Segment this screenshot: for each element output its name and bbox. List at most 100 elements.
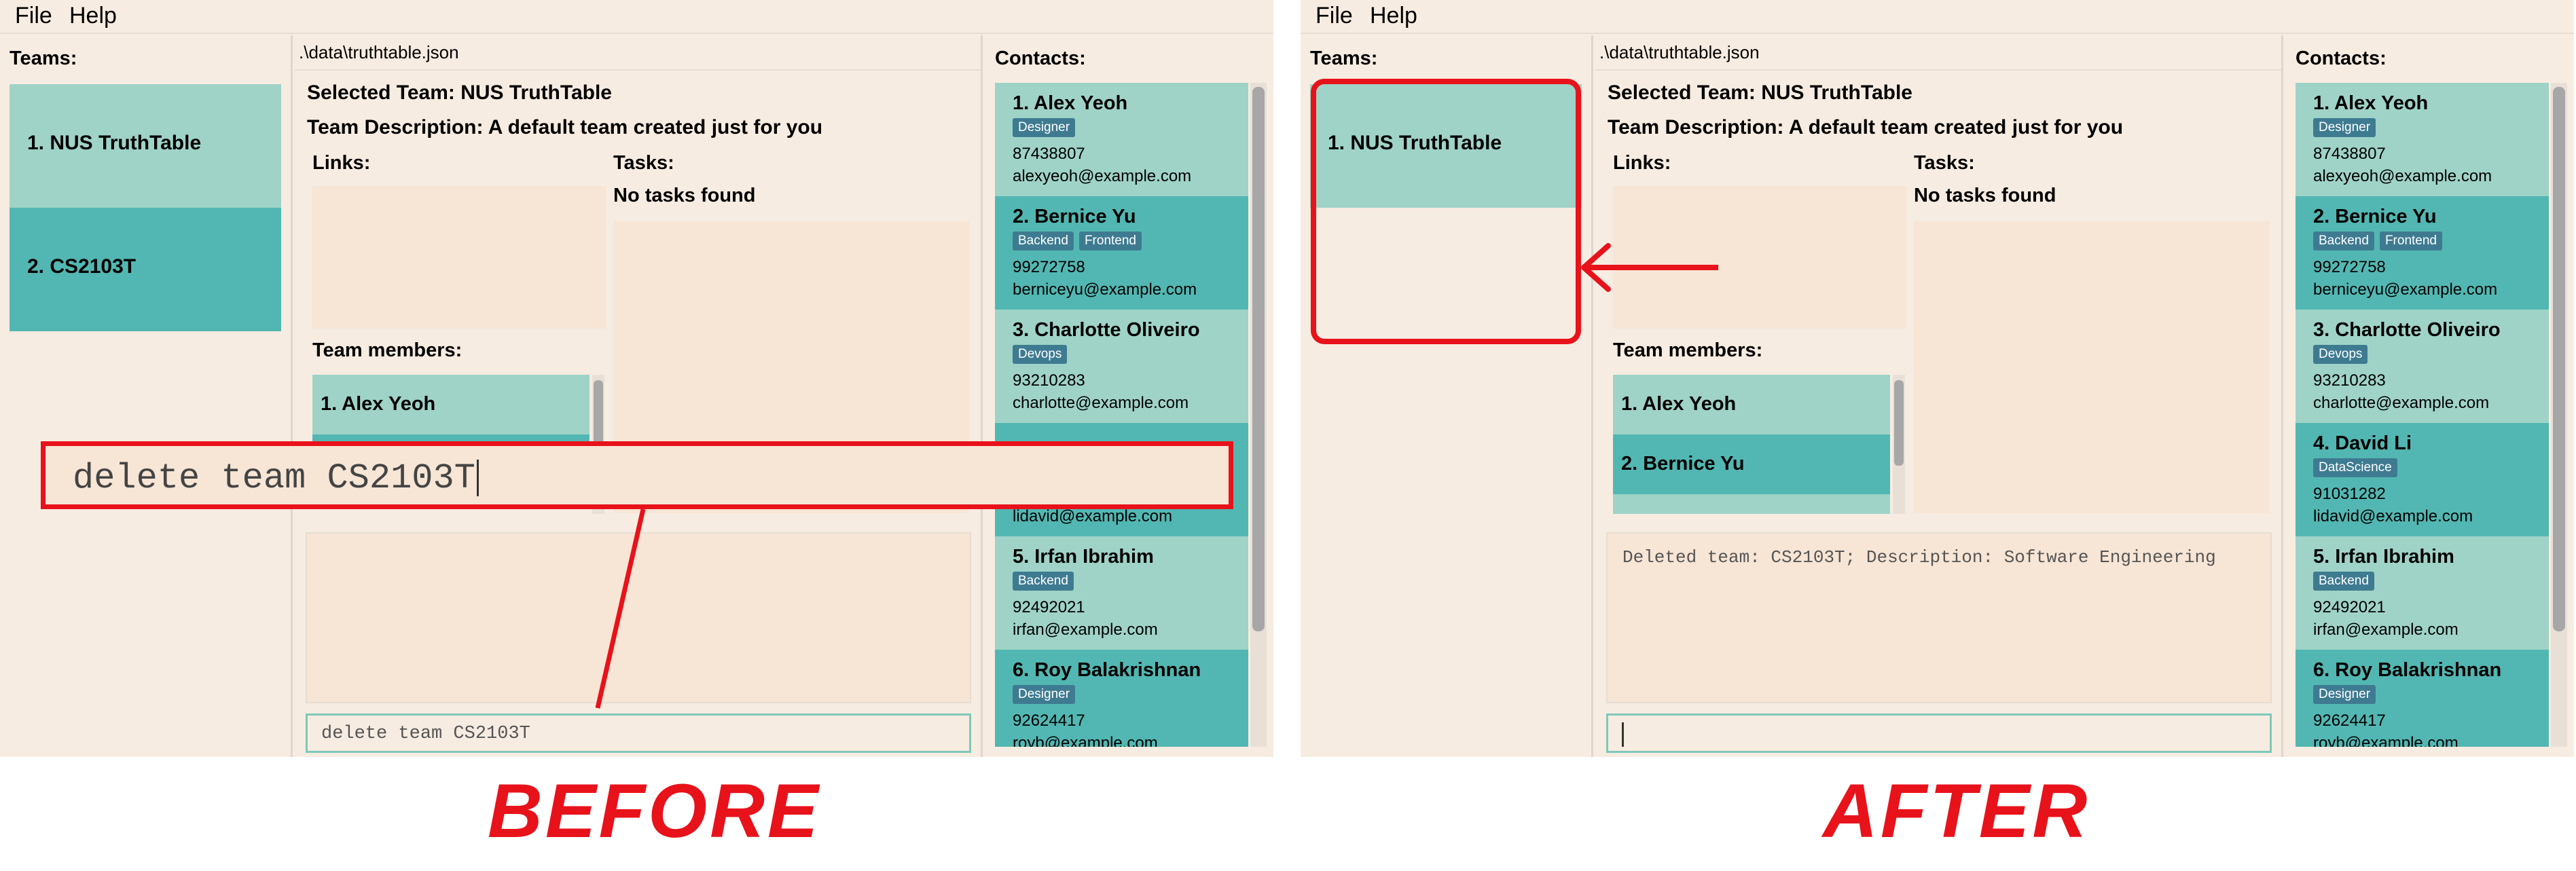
contact-card[interactable]: 6. Roy Balakrishnan Designer 92624417 royb@… <box>995 650 1248 747</box>
contacts-list[interactable]: 1. Alex Yeoh Designer 87438807 alexyeoh@exa… <box>995 83 1248 747</box>
selected-team: Selected Team: NUS TruthTable <box>307 81 612 104</box>
contact-phone: 92624417 <box>1013 711 1085 730</box>
tag-badge: Frontend <box>2379 231 2442 251</box>
contact-phone: 92492021 <box>2313 598 2386 616</box>
command-callout: delete team CS2103T <box>41 441 1233 509</box>
contact-phone: 87438807 <box>1013 145 1085 163</box>
tag-badge: DataScience <box>2313 458 2397 477</box>
team-description: Team Description: A default team created… <box>307 116 823 138</box>
column-divider[interactable] <box>291 35 293 757</box>
contact-phone: 99272758 <box>1013 258 1085 276</box>
contacts-scroll-thumb[interactable] <box>1252 87 1265 631</box>
tag-badge: Devops <box>2313 345 2368 364</box>
contact-email: irfan@example.com <box>1013 620 1158 639</box>
before-label: BEFORE <box>488 768 821 853</box>
contact-tags: Backend <box>1013 572 1079 592</box>
tasks-title: Tasks: <box>1914 152 1975 174</box>
contact-email: berniceyu@example.com <box>1013 280 1197 299</box>
member-label: 2. Bernice Yu <box>1621 453 1745 475</box>
contact-card[interactable]: 1. Alex Yeoh Designer 87438807 alexyeoh@exa… <box>2296 83 2549 196</box>
team-card-nus-truthtable[interactable]: 1. NUS TruthTable <box>10 84 281 208</box>
contact-card[interactable]: 4. David Li DataScience 91031282 lidavid@ex… <box>2296 423 2549 536</box>
data-file-path: .\data\truthtable.json <box>299 42 459 62</box>
tag-badge: Devops <box>1013 345 1068 364</box>
contact-email: alexyeoh@example.com <box>2313 167 2492 185</box>
member-item[interactable]: 2. Bernice Yu <box>1613 434 1890 494</box>
contact-card[interactable]: 2. Bernice Yu Backend Frontend 99272758 bern… <box>995 196 1248 310</box>
members-list[interactable]: 1. Alex Yeoh 2. Bernice Yu <box>1613 375 1890 514</box>
contact-card[interactable]: 5. Irfan Ibrahim Backend 92492021 irfan@exa… <box>2296 536 2549 650</box>
contact-tags: Designer <box>2313 118 2381 138</box>
contact-name: 4. David Li <box>2313 432 2412 454</box>
members-scroll-thumb[interactable] <box>1894 380 1904 466</box>
tag-badge: Designer <box>1013 685 1076 704</box>
tasks-list[interactable] <box>1914 221 2270 513</box>
contact-phone: 92492021 <box>1013 598 1085 616</box>
contact-tags: Designer <box>1013 118 1081 138</box>
column-divider[interactable] <box>1591 35 1593 757</box>
member-item[interactable] <box>1613 494 1890 514</box>
contact-email: berniceyu@example.com <box>2313 280 2498 299</box>
tag-badge: Frontend <box>1078 231 1142 251</box>
links-title: Links: <box>312 152 371 174</box>
text-caret <box>476 460 479 497</box>
contact-email: royb@example.com <box>2313 734 2459 747</box>
team-card-cs2103t[interactable]: 2. CS2103T <box>10 208 281 331</box>
command-callout-text: delete team CS2103T <box>73 458 479 498</box>
contact-tags: Backend Frontend <box>1013 231 1147 252</box>
contact-name: 3. Charlotte Oliveiro <box>1013 319 1200 341</box>
teams-title: Teams: <box>10 48 77 69</box>
member-item[interactable]: 1. Alex Yeoh <box>1613 375 1890 434</box>
member-label: 1. Alex Yeoh <box>1621 393 1737 415</box>
member-item[interactable]: 1. Alex Yeoh <box>312 375 589 434</box>
team-label: 2. CS2103T <box>27 255 137 278</box>
file-menu[interactable]: File <box>15 3 52 29</box>
data-file-path: .\data\truthtable.json <box>1599 42 1760 62</box>
contact-tags: Designer <box>1013 685 1081 705</box>
contact-email: charlotte@example.com <box>1013 394 1189 412</box>
teams-title: Teams: <box>1310 48 1378 69</box>
command-input[interactable] <box>1606 714 2272 753</box>
help-menu[interactable]: Help <box>69 3 117 29</box>
contact-phone: 91031282 <box>2313 485 2386 503</box>
contact-phone: 92624417 <box>2313 711 2386 730</box>
member-label: 1. Alex Yeoh <box>321 393 436 415</box>
contact-card[interactable]: 3. Charlotte Oliveiro Devops 93210283 charl… <box>2296 310 2549 423</box>
contact-name: 6. Roy Balakrishnan <box>2313 659 2502 681</box>
contact-tags: DataScience <box>2313 458 2403 479</box>
contact-card[interactable]: 2. Bernice Yu Backend Frontend 99272758 bern… <box>2296 196 2549 310</box>
text-caret <box>1622 722 1624 747</box>
column-divider[interactable] <box>2281 35 2283 757</box>
contact-name: 5. Irfan Ibrahim <box>2313 546 2454 568</box>
contact-card[interactable]: 6. Roy Balakrishnan Designer 92624417 royb@… <box>2296 650 2549 747</box>
no-tasks-message: No tasks found <box>1914 185 2056 206</box>
links-list[interactable] <box>312 186 606 329</box>
contact-name: 1. Alex Yeoh <box>1013 92 1128 114</box>
team-card-nus-truthtable[interactable]: 1. NUS TruthTable <box>1310 84 1582 208</box>
command-text: delete team CS2103T <box>321 724 530 744</box>
divider <box>1595 69 2281 71</box>
help-menu[interactable]: Help <box>1370 3 1417 29</box>
column-divider[interactable] <box>981 35 983 757</box>
contacts-title: Contacts: <box>995 48 1086 69</box>
contact-email: royb@example.com <box>1013 734 1158 747</box>
command-input[interactable]: delete team CS2103T <box>306 714 971 753</box>
after-label: AFTER <box>1823 768 2090 853</box>
contacts-list[interactable]: 1. Alex Yeoh Designer 87438807 alexyeoh@exa… <box>2296 83 2549 747</box>
links-list[interactable] <box>1613 186 1906 329</box>
contact-email: irfan@example.com <box>2313 620 2459 639</box>
divider <box>295 69 981 71</box>
contacts-scroll-thumb[interactable] <box>2553 87 2565 631</box>
menu-bar: File Help <box>0 0 1273 34</box>
contact-card[interactable]: 3. Charlotte Oliveiro Devops 93210283 charl… <box>995 310 1248 423</box>
contact-email: alexyeoh@example.com <box>1013 167 1192 185</box>
file-menu[interactable]: File <box>1316 3 1353 29</box>
after-window: File Help Teams: 1. NUS TruthTable .\dat… <box>1301 0 2574 757</box>
contact-card[interactable]: 1. Alex Yeoh Designer 87438807 alexyeoh@exa… <box>995 83 1248 196</box>
contact-phone: 93210283 <box>2313 371 2386 390</box>
team-label: 1. NUS TruthTable <box>27 132 202 154</box>
result-text: Deleted team: CS2103T; Description: Soft… <box>1622 547 2216 568</box>
result-display <box>306 532 971 703</box>
contact-card[interactable]: 5. Irfan Ibrahim Backend 92492021 irfan@exa… <box>995 536 1248 650</box>
tag-badge: Backend <box>2313 231 2374 251</box>
